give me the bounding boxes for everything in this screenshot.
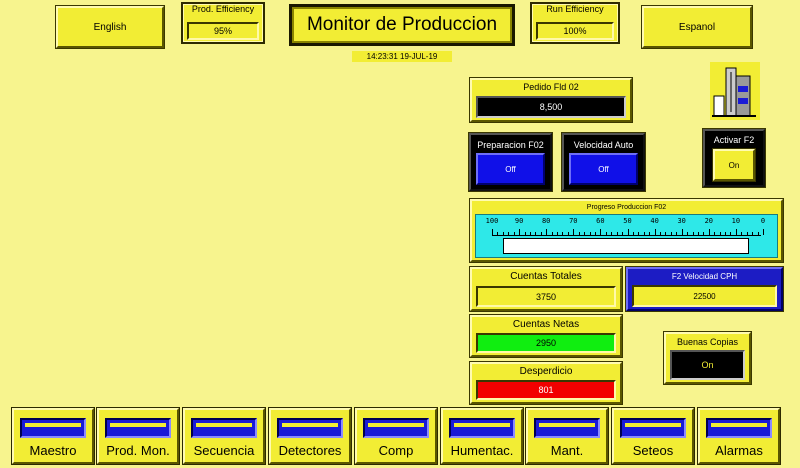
prod-efficiency-box: Prod. Efficiency 95% bbox=[181, 2, 265, 44]
run-efficiency-box: Run Efficiency 100% bbox=[530, 2, 620, 44]
cuentas-totales-value: 3750 bbox=[476, 286, 616, 307]
page-title-frame: Monitor de Produccion bbox=[289, 4, 515, 46]
scale-label: 100 bbox=[485, 217, 499, 225]
velocidad-auto-panel: Velocidad Auto Off bbox=[562, 133, 645, 191]
preparacion-label: Preparacion F02 bbox=[477, 140, 544, 150]
nav-lamp bbox=[191, 418, 257, 438]
cuentas-netas-label: Cuentas Netas bbox=[512, 319, 580, 330]
nav-lamp bbox=[277, 418, 343, 438]
preparacion-toggle[interactable]: Off bbox=[476, 153, 545, 185]
velocidad-auto-label: Velocidad Auto bbox=[573, 140, 634, 150]
buenas-copias-panel: Buenas Copias On bbox=[664, 332, 751, 384]
prod-efficiency-value: 95% bbox=[187, 22, 259, 40]
scale-tick bbox=[763, 229, 764, 235]
pedido-value: 8,500 bbox=[476, 96, 626, 118]
pedido-label: Pedido Fld 02 bbox=[523, 82, 579, 92]
nav-button-label: Secuencia bbox=[193, 443, 255, 458]
nav-lamp bbox=[20, 418, 86, 438]
nav-button-label: Prod. Mon. bbox=[106, 443, 170, 458]
scale-label: 90 bbox=[514, 217, 524, 225]
progreso-panel: Progreso Produccion F02 100 90 80 70 60 50 40 3… bbox=[470, 199, 783, 262]
nav-button-alarmas[interactable]: Alarmas bbox=[698, 408, 780, 464]
nav-button-seteos[interactable]: Seteos bbox=[612, 408, 694, 464]
nav-lamp bbox=[363, 418, 429, 438]
desperdicio-label: Desperdicio bbox=[519, 366, 573, 377]
nav-button-label: Mant. bbox=[550, 443, 584, 458]
nav-button-detectores[interactable]: Detectores bbox=[269, 408, 351, 464]
cuentas-totales-panel: Cuentas Totales 3750 bbox=[470, 267, 622, 311]
velocidad-cph-panel: F2 Velocidad CPH 22500 bbox=[626, 267, 783, 311]
activar-panel: Activar F2 On bbox=[703, 129, 765, 187]
nav-button-label: Detectores bbox=[278, 443, 342, 458]
nav-lamp bbox=[620, 418, 686, 438]
desperdicio-value: 801 bbox=[476, 380, 616, 400]
nav-button-comp[interactable]: Comp bbox=[355, 408, 437, 464]
progress-scale: 100 90 80 70 60 50 40 30 20 10 0 bbox=[486, 215, 765, 237]
cuentas-netas-panel: Cuentas Netas 2950 bbox=[470, 315, 622, 357]
pedido-panel: Pedido Fld 02 8,500 bbox=[470, 78, 632, 122]
progreso-label: Progreso Produccion F02 bbox=[586, 204, 667, 211]
scale-label: 10 bbox=[731, 217, 741, 225]
nav-lamp bbox=[449, 418, 515, 438]
nav-lamp bbox=[105, 418, 171, 438]
nav-button-secuencia[interactable]: Secuencia bbox=[183, 408, 265, 464]
nav-button-label: Maestro bbox=[29, 443, 77, 458]
cuentas-totales-label: Cuentas Totales bbox=[510, 271, 582, 282]
velocidad-auto-toggle[interactable]: Off bbox=[569, 153, 638, 185]
scale-label: 30 bbox=[677, 217, 686, 225]
velocidad-cph-value: 22500 bbox=[632, 285, 777, 307]
english-button[interactable]: English bbox=[56, 6, 164, 48]
run-efficiency-value: 100% bbox=[536, 22, 614, 40]
nav-button-label: Humentac. bbox=[450, 443, 514, 458]
scale-baseline bbox=[492, 235, 761, 236]
nav-button-maestro[interactable]: Maestro bbox=[12, 408, 94, 464]
english-label: English bbox=[93, 21, 127, 33]
progress-bar bbox=[503, 238, 749, 254]
preparacion-panel: Preparacion F02 Off bbox=[469, 133, 552, 191]
nav-button-label: Seteos bbox=[632, 443, 674, 458]
nav-button-label: Comp bbox=[378, 443, 414, 458]
activar-label: Activar F2 bbox=[713, 135, 755, 145]
velocidad-cph-label: F2 Velocidad CPH bbox=[671, 272, 738, 281]
nav-button-prod-mon[interactable]: Prod. Mon. bbox=[97, 408, 179, 464]
machine-icon bbox=[710, 62, 760, 120]
espanol-button[interactable]: Espanol bbox=[642, 6, 752, 48]
nav-lamp bbox=[534, 418, 600, 438]
progress-gauge: 100 90 80 70 60 50 40 30 20 10 0 bbox=[475, 214, 778, 258]
espanol-label: Espanol bbox=[678, 21, 716, 33]
nav-button-mant[interactable]: Mant. bbox=[526, 408, 608, 464]
scale-label: 0 bbox=[760, 217, 766, 225]
scale-label: 80 bbox=[541, 217, 551, 225]
page-title: Monitor de Produccion bbox=[306, 14, 498, 35]
nav-lamp bbox=[706, 418, 772, 438]
desperdicio-panel: Desperdicio 801 bbox=[470, 362, 622, 404]
scale-label: 70 bbox=[569, 217, 578, 225]
scale-label: 60 bbox=[596, 217, 605, 225]
scale-label: 50 bbox=[623, 217, 632, 225]
nav-button-label: Alarmas bbox=[715, 443, 763, 458]
scale-label: 20 bbox=[704, 217, 714, 225]
buenas-copias-value: On bbox=[670, 350, 745, 380]
timestamp: 14:23:31 19-JUL-19 bbox=[352, 51, 452, 62]
scale-label: 40 bbox=[650, 217, 659, 225]
run-efficiency-label: Run Efficiency bbox=[546, 4, 604, 14]
activar-button[interactable]: On bbox=[713, 149, 755, 181]
nav-button-humentac[interactable]: Humentac. bbox=[441, 408, 523, 464]
buenas-copias-label: Buenas Copias bbox=[676, 337, 739, 347]
cuentas-netas-value: 2950 bbox=[476, 333, 616, 353]
prod-efficiency-label: Prod. Efficiency bbox=[191, 4, 255, 14]
